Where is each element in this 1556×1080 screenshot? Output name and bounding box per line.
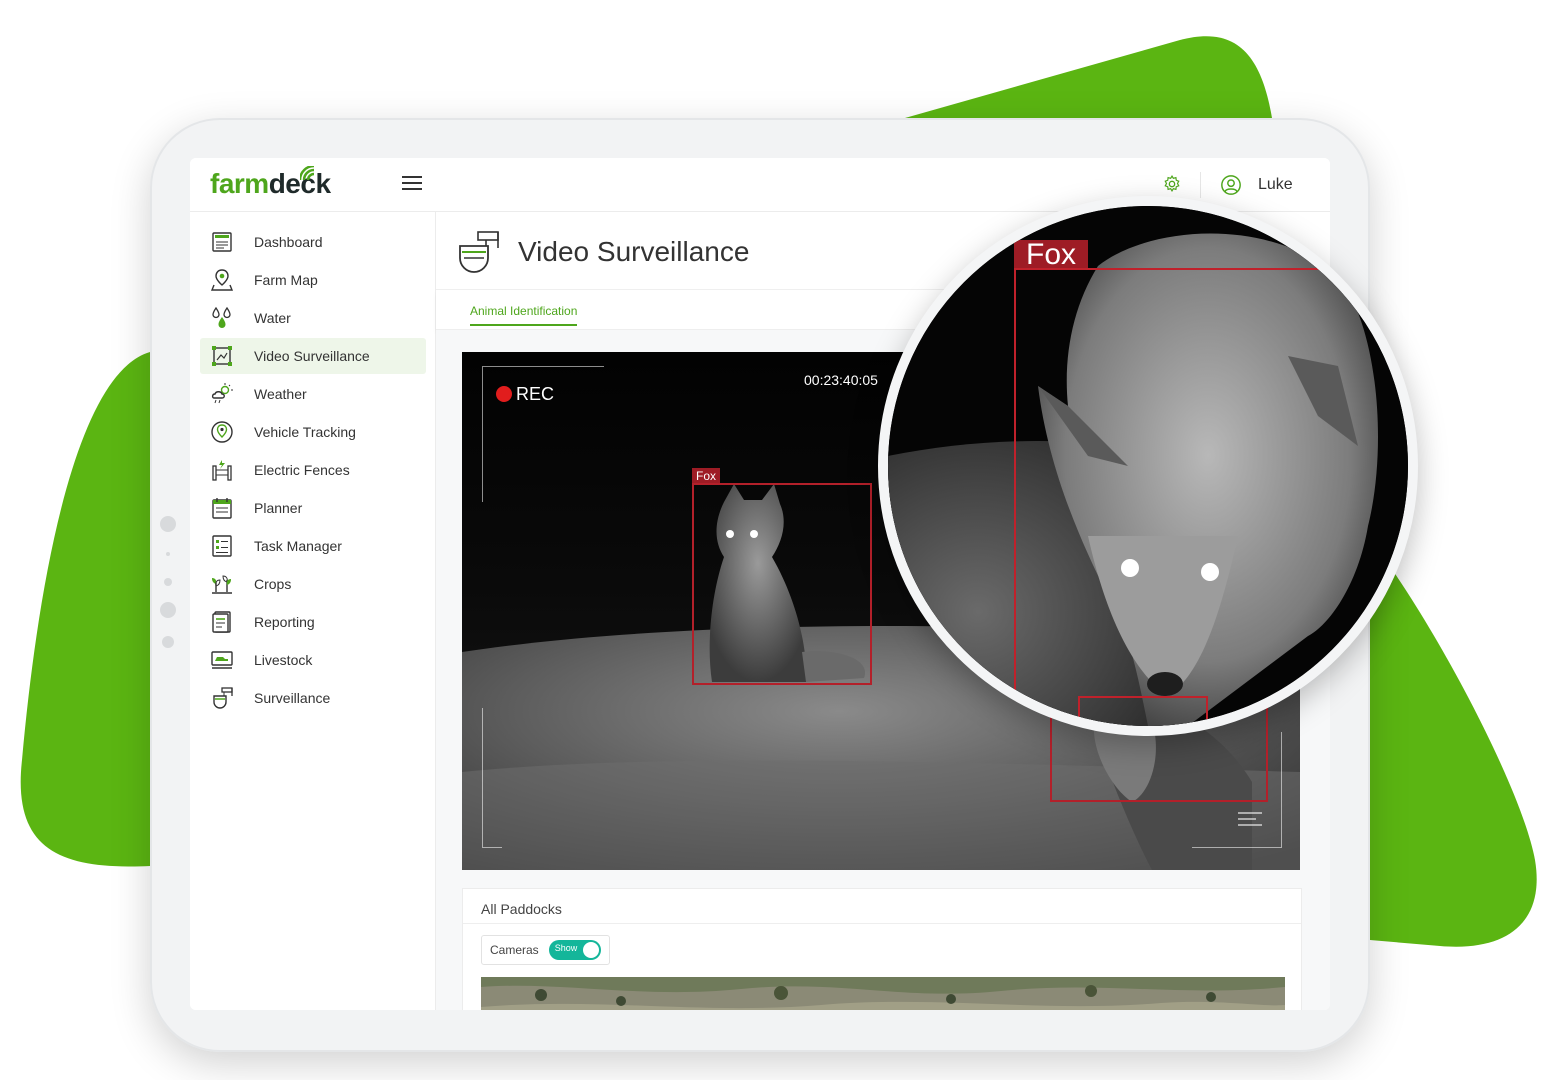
page-title: Video Surveillance bbox=[518, 236, 750, 267]
report-icon bbox=[212, 611, 231, 633]
sidebar-item-label: Livestock bbox=[254, 652, 313, 668]
hamburger-menu-icon[interactable] bbox=[402, 176, 422, 192]
weather-icon bbox=[211, 383, 233, 404]
video-menu-icon[interactable] bbox=[1238, 812, 1262, 830]
sidebar-item-planner[interactable]: Planner bbox=[200, 490, 426, 526]
tablet-dot bbox=[160, 516, 176, 532]
map-pin-icon bbox=[210, 269, 234, 291]
vehicle-tracking-icon bbox=[211, 421, 233, 443]
water-drops-icon bbox=[212, 306, 231, 328]
tablet-dot bbox=[162, 636, 174, 648]
sidebar-item-farm-map[interactable]: Farm Map bbox=[200, 262, 426, 298]
tablet-dot bbox=[160, 602, 176, 618]
cameras-toggle[interactable]: Show bbox=[548, 940, 601, 960]
dashboard-icon bbox=[212, 232, 232, 252]
toggle-label: Show bbox=[554, 943, 578, 953]
recording-indicator-icon bbox=[496, 386, 512, 402]
sidebar-item-label: Electric Fences bbox=[254, 462, 350, 478]
gear-icon[interactable] bbox=[1162, 174, 1182, 194]
sidebar-item-label: Task Manager bbox=[254, 538, 342, 554]
paddocks-title: All Paddocks bbox=[481, 901, 562, 917]
sidebar-item-label: Planner bbox=[254, 500, 303, 516]
sidebar-item-task-manager[interactable]: Task Manager bbox=[200, 528, 426, 564]
timecode: 00:23:40:05 bbox=[804, 372, 878, 388]
detection-box[interactable] bbox=[692, 483, 872, 685]
sidebar-item-surveillance[interactable]: Surveillance bbox=[200, 680, 426, 716]
rec-label: REC bbox=[516, 384, 555, 404]
logo-text-farm: farm bbox=[210, 168, 269, 199]
security-camera-icon bbox=[459, 231, 499, 273]
sidebar-item-dashboard[interactable]: Dashboard bbox=[200, 224, 426, 260]
satellite-map[interactable] bbox=[481, 977, 1285, 1010]
sidebar-item-label: Dashboard bbox=[254, 234, 323, 250]
sidebar-item-vehicle-tracking[interactable]: Vehicle Tracking bbox=[200, 414, 426, 450]
sidebar-item-weather[interactable]: Weather bbox=[200, 376, 426, 412]
video-frame-icon bbox=[212, 346, 232, 366]
sidebar-item-water[interactable]: Water bbox=[200, 300, 426, 336]
sidebar-item-label: Reporting bbox=[254, 614, 315, 630]
sidebar-item-video-surveillance[interactable]: Video Surveillance bbox=[200, 338, 426, 374]
cameras-filter: Cameras Show bbox=[481, 935, 610, 965]
sidebar-item-electric-fences[interactable]: Electric Fences bbox=[200, 452, 426, 488]
sidebar-item-label: Water bbox=[254, 310, 291, 326]
sidebar-item-label: Crops bbox=[254, 576, 292, 592]
sidebar: Dashboard Farm Map Water Video Surveilla… bbox=[190, 212, 436, 1010]
farmdeck-logo[interactable]: farmdeck bbox=[210, 166, 331, 200]
tablet-dot bbox=[164, 578, 172, 586]
paddocks-card: All Paddocks Cameras Show bbox=[462, 888, 1302, 1010]
sidebar-item-crops[interactable]: Crops bbox=[200, 566, 426, 602]
zoom-detection-label: Fox bbox=[1014, 240, 1089, 270]
toggle-knob bbox=[582, 942, 599, 958]
task-manager-icon bbox=[212, 535, 232, 557]
security-camera-icon bbox=[213, 687, 233, 709]
livestock-icon bbox=[211, 651, 233, 669]
detection-label: Fox bbox=[692, 468, 721, 483]
tab-animal-identification[interactable]: Animal Identification bbox=[470, 304, 578, 326]
zoom-detection-box bbox=[1014, 268, 1408, 726]
calendar-icon bbox=[212, 498, 232, 519]
sidebar-item-livestock[interactable]: Livestock bbox=[200, 642, 426, 678]
sidebar-item-label: Video Surveillance bbox=[254, 348, 370, 364]
zoom-detection-box bbox=[1078, 696, 1208, 726]
sidebar-item-reporting[interactable]: Reporting bbox=[200, 604, 426, 640]
zoom-magnifier: Fox bbox=[878, 196, 1418, 736]
electric-fence-icon bbox=[212, 460, 232, 481]
tablet-dot bbox=[166, 552, 170, 556]
sidebar-item-label: Farm Map bbox=[254, 272, 318, 288]
user-circle-icon[interactable] bbox=[1220, 174, 1242, 196]
sidebar-item-label: Vehicle Tracking bbox=[254, 424, 356, 440]
viewfinder-corner bbox=[482, 708, 502, 848]
marketing-stage: farmdeck Luke Dashboard Farm Map Water V… bbox=[0, 0, 1556, 1080]
header-divider bbox=[1200, 172, 1201, 198]
sidebar-item-label: Surveillance bbox=[254, 690, 331, 706]
divider bbox=[463, 923, 1301, 924]
sidebar-item-label: Weather bbox=[254, 386, 307, 402]
crops-icon bbox=[212, 575, 232, 594]
wifi-signal-icon bbox=[300, 166, 315, 181]
cameras-label: Cameras bbox=[490, 943, 539, 957]
user-name[interactable]: Luke bbox=[1258, 176, 1293, 194]
